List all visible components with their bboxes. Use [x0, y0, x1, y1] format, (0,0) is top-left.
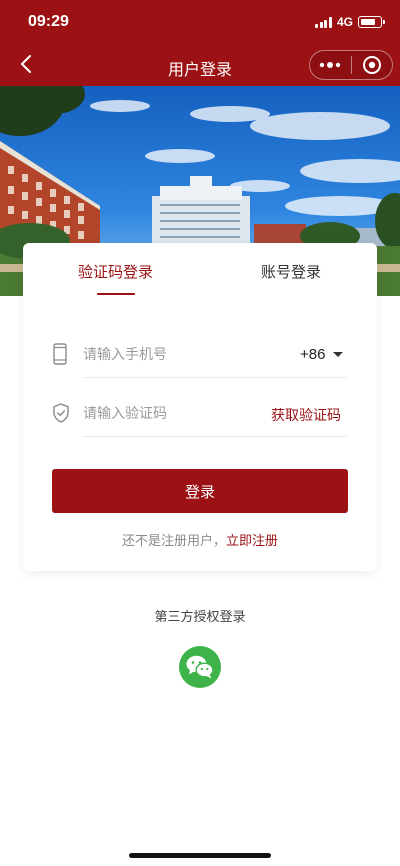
- third-party-login-label: 第三方授权登录: [154, 610, 246, 625]
- target-circle-icon: [362, 56, 381, 74]
- code-divider: [83, 436, 348, 437]
- close-miniprogram-button[interactable]: [351, 51, 392, 79]
- signal-icon: [315, 16, 332, 28]
- network-type: 4G: [336, 15, 353, 29]
- active-tab-indicator: [97, 293, 135, 295]
- register-prompt: 还不是注册用户，立即注册: [23, 530, 377, 549]
- country-code-value: +86: [300, 346, 326, 363]
- wechat-icon: [186, 655, 214, 679]
- top-bar: 09:29 4G 用户登录: [0, 0, 400, 86]
- caret-down-icon: [333, 352, 344, 357]
- login-card: 验证码登录 账号登录 +86 获取验证码 登录 还不是注册用户，立即注册: [23, 243, 377, 571]
- status-bar: 09:29 4G: [0, 0, 400, 44]
- phone-input[interactable]: [83, 345, 263, 365]
- country-code-select[interactable]: +86: [300, 346, 344, 363]
- phone-icon: [53, 343, 67, 365]
- status-indicators: 4G: [315, 15, 385, 29]
- more-dots-icon: [320, 62, 341, 68]
- phone-divider: [83, 377, 348, 378]
- miniprogram-capsule: [309, 50, 393, 80]
- login-button[interactable]: 登录: [52, 469, 348, 513]
- register-prompt-text: 还不是注册用户，: [121, 534, 226, 549]
- nav-bar: 用户登录: [0, 44, 400, 86]
- battery-icon: [358, 16, 385, 28]
- home-indicator[interactable]: [129, 853, 271, 858]
- register-link[interactable]: 立即注册: [226, 534, 278, 549]
- status-time: 09:29: [28, 13, 69, 30]
- tab-account-login[interactable]: 账号登录: [261, 261, 321, 282]
- wechat-login-button[interactable]: [179, 646, 221, 688]
- shield-check-icon: [53, 403, 69, 423]
- get-code-button[interactable]: 获取验证码: [271, 405, 341, 425]
- more-button[interactable]: [310, 51, 351, 79]
- tab-sms-login[interactable]: 验证码登录: [78, 261, 153, 282]
- verification-code-input[interactable]: [83, 404, 263, 424]
